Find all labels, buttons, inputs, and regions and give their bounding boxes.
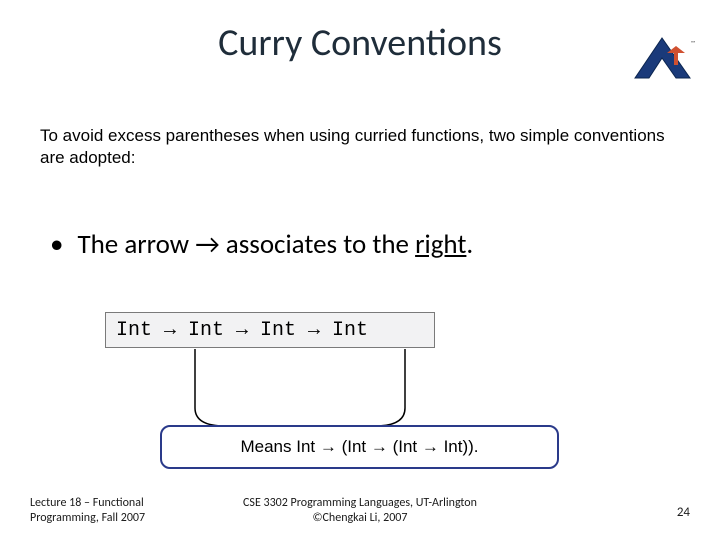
- code-box: Int → Int → Int → Int: [105, 312, 435, 348]
- bullet-post: .: [466, 228, 473, 261]
- means-box: Means Int → (Int → (Int → Int)).: [160, 425, 559, 469]
- intro-text: To avoid excess parentheses when using c…: [40, 125, 680, 169]
- bullet-arrow: →: [195, 228, 219, 261]
- svg-text:™: ™: [691, 39, 695, 47]
- slide: Curry Conventions ™ To avoid excess pare…: [0, 0, 720, 540]
- bullet-emph: right: [415, 228, 466, 261]
- footer-center-line2: ©Chengkai Li, 2007: [0, 511, 720, 525]
- uta-logo: ™: [630, 30, 695, 90]
- footer-center: CSE 3302 Programming Languages, UT-Arlin…: [0, 496, 720, 525]
- bullet-pre: The arrow: [77, 228, 195, 261]
- bullet-item: • The arrow → associates to the right.: [50, 228, 680, 261]
- connector-line: [175, 348, 425, 433]
- footer-center-line1: CSE 3302 Programming Languages, UT-Arlin…: [0, 496, 720, 510]
- bullet-marker: •: [50, 228, 63, 261]
- slide-title: Curry Conventions: [0, 20, 720, 66]
- bullet-mid: associates to the: [220, 228, 415, 261]
- page-number: 24: [677, 505, 690, 520]
